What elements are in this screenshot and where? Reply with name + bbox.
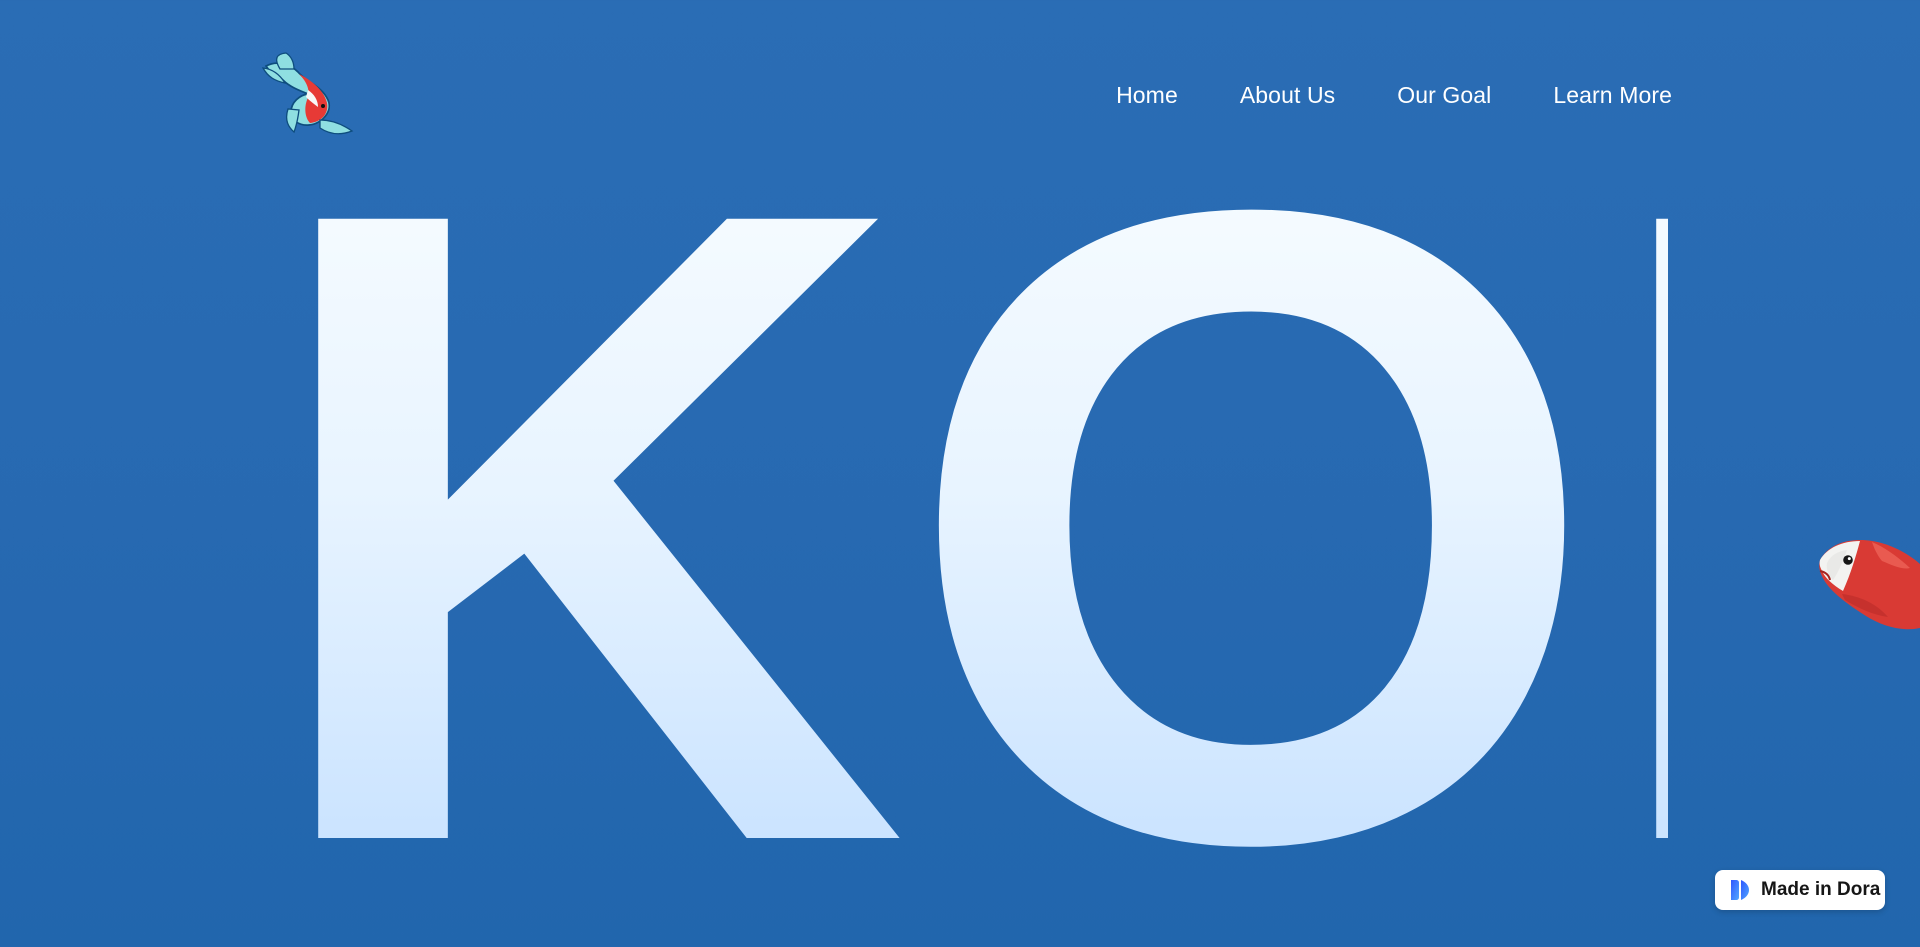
page: Home About Us Our Goal Learn More KOI Ma… — [0, 0, 1920, 947]
dora-logo-icon — [1727, 878, 1751, 902]
koi-fish-image — [1818, 530, 1920, 646]
hero-title: KOI — [258, 23, 1846, 947]
made-in-dora-label: Made in Dora — [1761, 879, 1881, 900]
made-in-dora-badge[interactable]: Made in Dora — [1715, 870, 1885, 910]
